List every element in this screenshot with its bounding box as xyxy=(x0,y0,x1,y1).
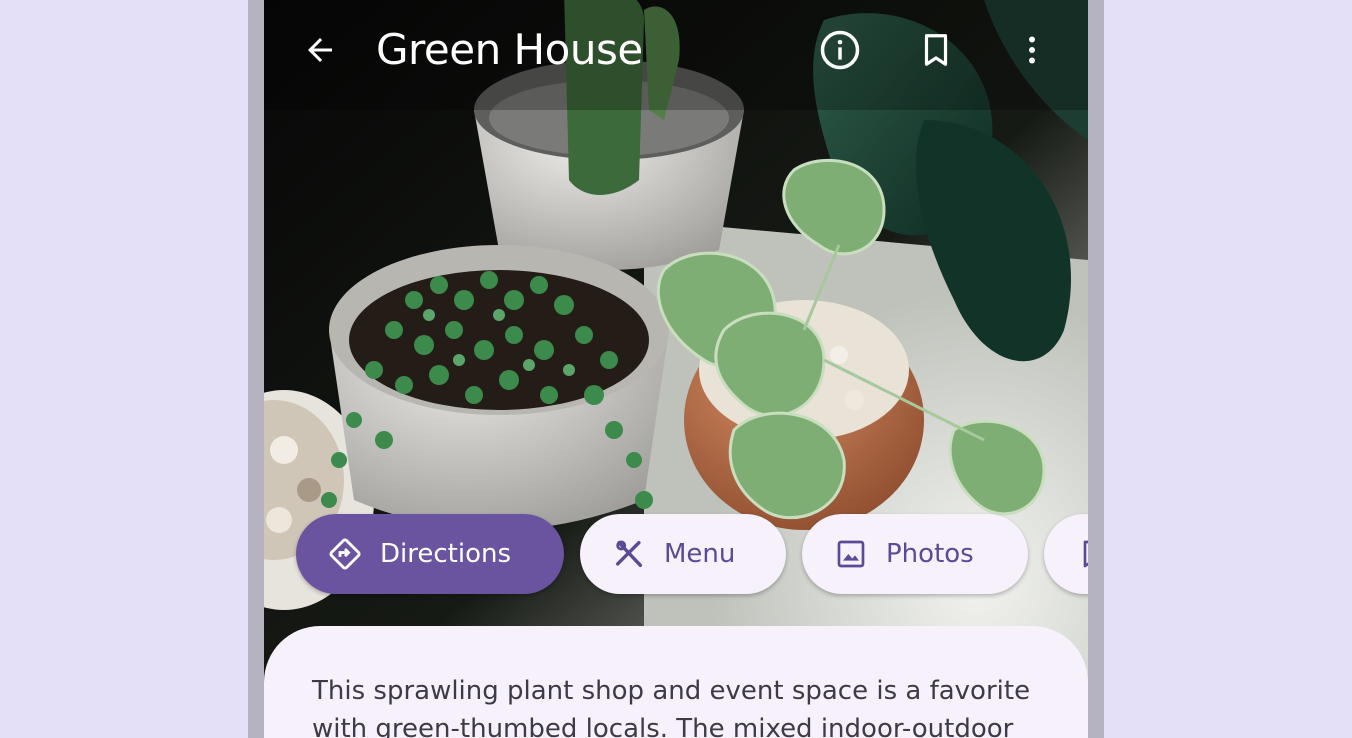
bookmark-icon xyxy=(924,34,948,66)
details-sheet: This sprawling plant shop and event spac… xyxy=(264,626,1088,738)
directions-label: Directions xyxy=(380,539,512,569)
app-screen: Green House Directions Menu Photos This … xyxy=(264,0,1088,738)
back-button[interactable] xyxy=(292,22,348,78)
menu-chip[interactable]: Menu xyxy=(580,514,786,594)
image-icon xyxy=(834,537,868,571)
photos-chip[interactable]: Photos xyxy=(802,514,1028,594)
menu-label: Menu xyxy=(664,539,736,569)
more-vert-icon xyxy=(1029,36,1035,64)
directions-chip[interactable]: Directions xyxy=(296,514,564,594)
arrow-back-icon xyxy=(308,38,332,62)
photos-label: Photos xyxy=(886,539,974,569)
top-app-bar: Green House xyxy=(264,0,1088,100)
restaurant-icon xyxy=(612,537,646,571)
hero-photo xyxy=(264,0,1088,700)
directions-icon xyxy=(328,537,362,571)
bookmark-icon xyxy=(1076,537,1088,571)
place-description: This sprawling plant shop and event spac… xyxy=(312,676,1031,738)
info-icon xyxy=(820,30,860,70)
bookmark-button[interactable] xyxy=(908,22,964,78)
page-title: Green House xyxy=(376,25,643,74)
info-button[interactable] xyxy=(812,22,868,78)
more-options-button[interactable] xyxy=(1004,22,1060,78)
